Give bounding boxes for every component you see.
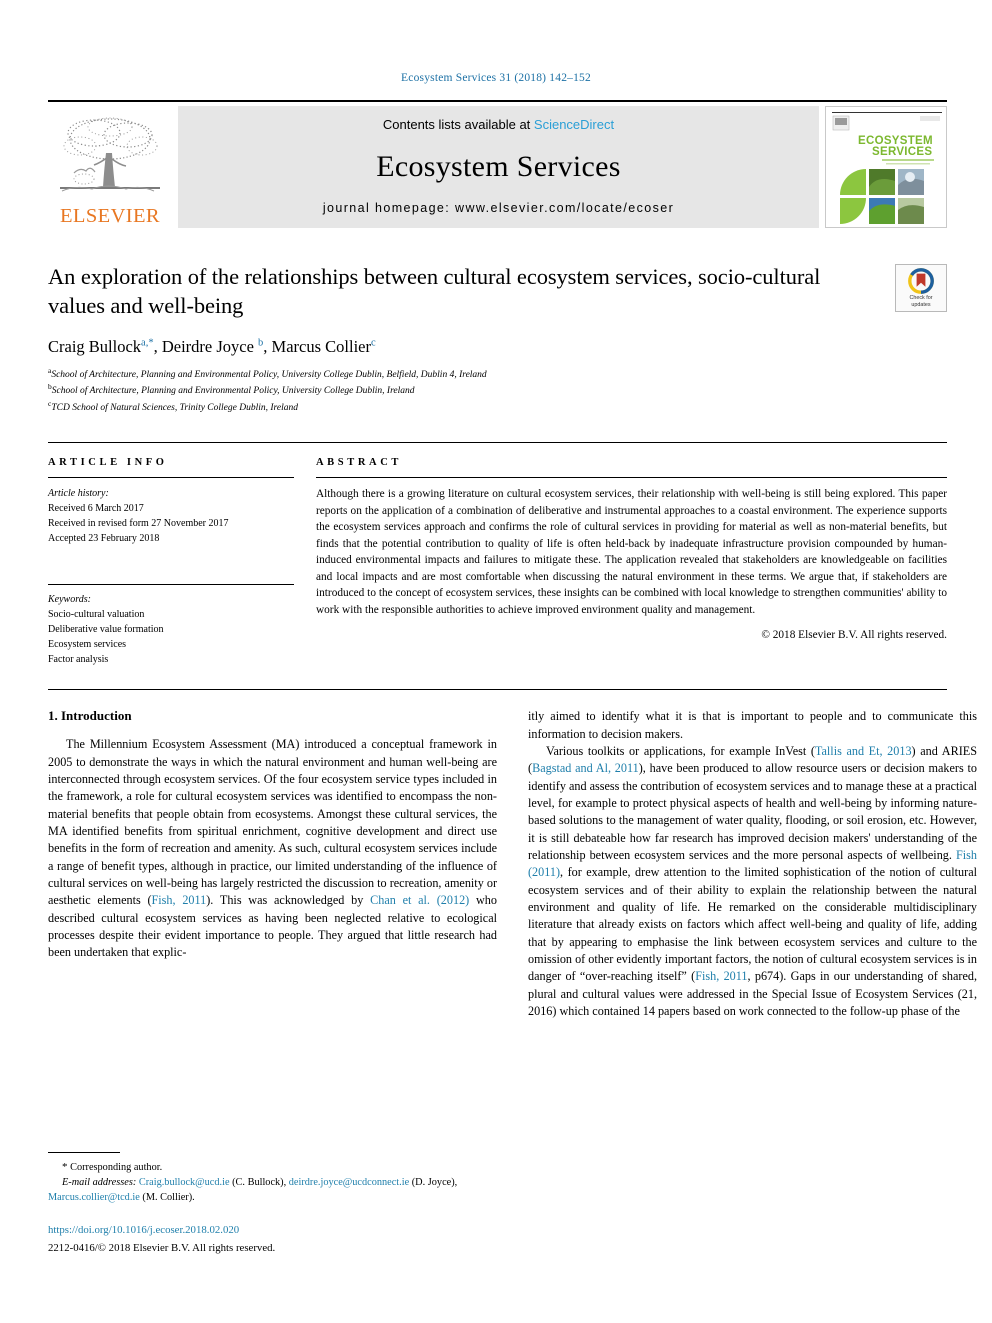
- email-owner: (C. Bullock),: [232, 1176, 287, 1188]
- paper-page: Ecosystem Services 31 (2018) 142–152 ELS…: [0, 0, 992, 1323]
- author-list: Craig Bullocka,*, Deirdre Joyce b, Marcu…: [48, 337, 947, 357]
- article-history-item: Accepted 23 February 2018: [48, 533, 160, 545]
- email-link[interactable]: Marcus.collier@tcd.ie: [48, 1192, 140, 1203]
- journal-title: Ecosystem Services: [376, 149, 621, 183]
- body-columns: 1. Introduction The Millennium Ecosystem…: [48, 708, 977, 1020]
- title-block: An exploration of the relationships betw…: [48, 262, 947, 416]
- article-history-item: Received 6 March 2017: [48, 503, 144, 515]
- citation-link[interactable]: Fish, 2011: [695, 969, 747, 983]
- abstract-text: Although there is a growing literature o…: [316, 488, 947, 616]
- email-owner: (D. Joyce),: [411, 1176, 458, 1188]
- paragraph-text: ). This was acknowledged by: [206, 893, 371, 908]
- elsevier-tree-icon: [54, 113, 166, 205]
- info-abstract-region: ARTICLE INFO Article history: Received 6…: [48, 442, 947, 667]
- keyword-item: Socio-cultural valuation: [48, 609, 145, 621]
- paragraph-text: Various toolkits or applications, for ex…: [546, 743, 815, 758]
- divider: [48, 477, 294, 479]
- contents-prefix: Contents lists available at: [382, 117, 534, 132]
- divider: [48, 584, 294, 586]
- corresponding-author-note: * Corresponding author.: [48, 1160, 497, 1176]
- citation-link[interactable]: Chan et al. (2012): [370, 893, 469, 907]
- body-column-left: 1. Introduction The Millennium Ecosystem…: [48, 708, 497, 1020]
- affiliation-item: aSchool of Architecture, Planning and En…: [48, 366, 947, 383]
- doi-link[interactable]: https://doi.org/10.1016/j.ecoser.2018.02…: [48, 1223, 497, 1239]
- article-info-heading: ARTICLE INFO: [48, 457, 168, 469]
- crossmark-line-2: updates: [911, 301, 931, 308]
- keyword-item: Deliberative value formation: [48, 624, 164, 636]
- contents-available-line: Contents lists available at ScienceDirec…: [383, 117, 614, 132]
- paragraph: itly aimed to identify what it is that i…: [528, 708, 977, 743]
- email-label: E-mail addresses:: [62, 1176, 137, 1188]
- masthead-center-band: Contents lists available at ScienceDirec…: [178, 106, 819, 228]
- abstract-heading: ABSTRACT: [316, 457, 402, 469]
- abstract-column: ABSTRACT Although there is a growing lit…: [316, 457, 947, 667]
- abstract-copyright: © 2018 Elsevier B.V. All rights reserved…: [761, 629, 947, 642]
- elsevier-logo: ELSEVIER: [48, 106, 172, 228]
- sciencedirect-link[interactable]: ScienceDirect: [534, 117, 614, 132]
- affiliation-text: School of Architecture, Planning and Env…: [51, 386, 415, 397]
- email-addresses-note: E-mail addresses: Craig.bullock@ucd.ie (…: [48, 1176, 497, 1206]
- authors-text: Craig Bullocka,*, Deirdre Joyce b, Marcu…: [48, 336, 376, 356]
- publication-footer: https://doi.org/10.1016/j.ecoser.2018.02…: [48, 1223, 497, 1257]
- body-column-right: itly aimed to identify what it is that i…: [528, 708, 977, 1020]
- body-divider: [48, 689, 947, 691]
- journal-masthead: ELSEVIER Contents lists available at Sci…: [48, 100, 947, 228]
- keywords-title: Keywords:: [48, 594, 91, 606]
- keywords-block: Keywords: Socio-cultural valuation Delib…: [48, 584, 294, 667]
- divider: [316, 477, 947, 479]
- footnote-block: * Corresponding author. E-mail addresses…: [48, 1152, 497, 1257]
- running-head: Ecosystem Services 31 (2018) 142–152: [401, 72, 591, 84]
- svg-text:SERVICES: SERVICES: [872, 146, 932, 158]
- affiliation-text: TCD School of Natural Sciences, Trinity …: [51, 403, 298, 414]
- crossmark-line-1: Check for: [909, 294, 933, 301]
- paragraph-text: itly aimed to identify what it is that i…: [528, 709, 977, 741]
- article-history-title: Article history:: [48, 488, 109, 500]
- citation-link[interactable]: Fish, 2011: [152, 893, 207, 907]
- email-owner: (M. Collier).: [142, 1191, 195, 1203]
- corresponding-author-text: Corresponding author.: [70, 1162, 163, 1173]
- paragraph: The Millennium Ecosystem Assessment (MA)…: [48, 736, 497, 961]
- journal-homepage-link[interactable]: journal homepage: www.elsevier.com/locat…: [323, 201, 674, 215]
- journal-cover-thumbnail: ECOSYSTEM SERVICES: [825, 106, 947, 228]
- section-heading: 1. Introduction: [48, 708, 132, 724]
- paragraph-text: The Millennium Ecosystem Assessment (MA)…: [48, 737, 497, 908]
- page-title: An exploration of the relationships betw…: [48, 264, 821, 319]
- affiliation-item: cTCD School of Natural Sciences, Trinity…: [48, 399, 947, 416]
- paragraph: Various toolkits or applications, for ex…: [528, 743, 977, 1020]
- citation-link[interactable]: Bagstad and Al, 2011: [532, 761, 639, 775]
- crossmark-label: Check for updates: [909, 295, 932, 309]
- email-link[interactable]: Craig.bullock@ucd.ie: [139, 1177, 230, 1188]
- article-history-item: Received in revised form 27 November 201…: [48, 518, 229, 530]
- keyword-item: Ecosystem services: [48, 639, 127, 651]
- issn-copyright-line: 2212-0416/© 2018 Elsevier B.V. All right…: [48, 1242, 276, 1255]
- footnote-divider: [48, 1152, 120, 1153]
- citation-link[interactable]: Tallis and Et, 2013: [815, 744, 912, 758]
- crossmark-badge[interactable]: Check for updates: [895, 264, 947, 312]
- corresponding-author-marker: *: [62, 1161, 68, 1173]
- article-info-column: ARTICLE INFO Article history: Received 6…: [48, 457, 316, 667]
- elsevier-wordmark: ELSEVIER: [60, 204, 160, 227]
- affiliation-list: aSchool of Architecture, Planning and En…: [48, 366, 947, 417]
- affiliation-text: School of Architecture, Planning and Env…: [51, 369, 487, 380]
- paragraph-text: , for example, drew attention to the lim…: [528, 865, 977, 984]
- keyword-item: Factor analysis: [48, 654, 109, 666]
- crossmark-icon: [908, 267, 934, 294]
- paragraph-text: ), have been produced to allow resource …: [528, 761, 977, 862]
- affiliation-item: bSchool of Architecture, Planning and En…: [48, 382, 947, 399]
- email-link[interactable]: deirdre.joyce@ucdconnect.ie: [289, 1177, 409, 1188]
